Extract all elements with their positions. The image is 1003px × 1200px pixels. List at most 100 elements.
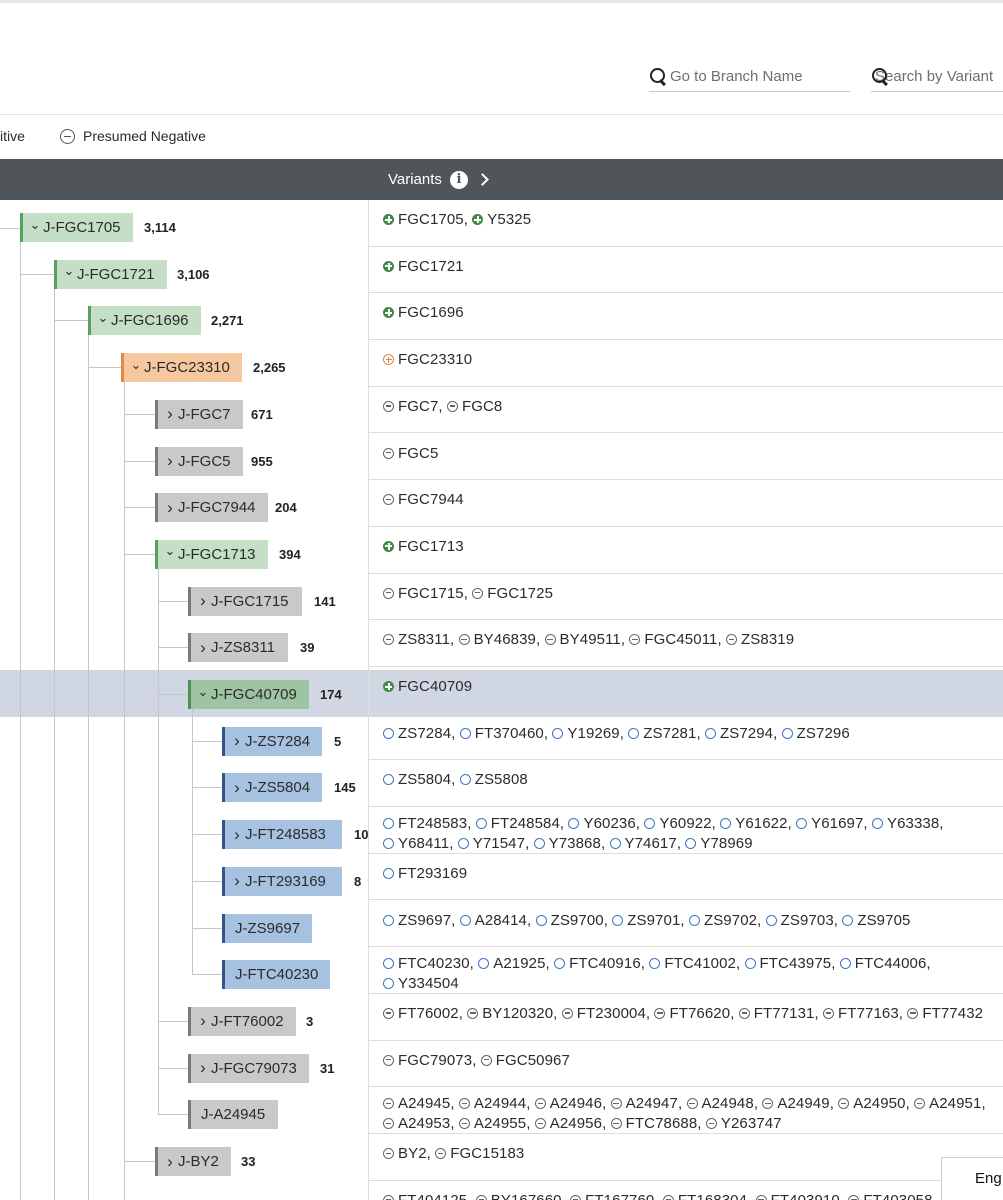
tree-node[interactable]: › J-FT248583	[222, 820, 342, 850]
tree-node[interactable]: ⌄ J-FGC1696	[88, 306, 201, 336]
tree-node[interactable]: J-ZS9697	[222, 913, 313, 943]
chevron-down-icon[interactable]: ⌄	[29, 217, 41, 233]
variant-item[interactable]: FTC40230	[383, 955, 470, 972]
chevron-right-icon[interactable]: ›	[231, 825, 243, 845]
tree-node[interactable]: › J-ZS8311	[188, 633, 288, 663]
tree-node[interactable]: J-A24945	[188, 1100, 278, 1130]
chevron-down-icon[interactable]: ⌄	[164, 543, 176, 559]
variant-item[interactable]: FT403058	[848, 1192, 932, 1200]
variant-item[interactable]: A24951	[914, 1095, 981, 1112]
variant-row[interactable]: FTC40230, A21925, FTC40916, FTC41002, FT…	[369, 947, 1003, 994]
variant-row[interactable]: FGC79073, FGC50967	[369, 1041, 1003, 1088]
variant-item[interactable]: Y61622	[720, 815, 787, 832]
chevron-right-icon[interactable]: ›	[231, 778, 243, 798]
variant-item[interactable]: BY167660	[475, 1192, 562, 1200]
variant-row[interactable]: ZS5804, ZS5808	[369, 760, 1003, 808]
variant-item[interactable]: FGC40709	[383, 678, 472, 695]
variant-item[interactable]: FT248583	[383, 815, 467, 832]
variant-item[interactable]: ZS5808	[459, 771, 528, 788]
tree-node[interactable]: › J-FGC5	[155, 446, 243, 476]
variant-item[interactable]: FGC45011	[629, 631, 717, 648]
variant-item[interactable]: A24946	[534, 1095, 602, 1112]
tree-node[interactable]: › J-FT76002	[188, 1006, 296, 1036]
variant-item[interactable]: FTC44006	[839, 955, 927, 972]
variant-item[interactable]: FT168304	[662, 1192, 747, 1200]
variant-item[interactable]: FGC15183	[435, 1145, 524, 1162]
chevron-right-icon[interactable]: ›	[197, 1011, 209, 1031]
variant-item[interactable]: Y5325	[472, 211, 531, 228]
tree-node[interactable]: › J-FGC7944	[155, 493, 268, 523]
chevron-right-icon[interactable]: ›	[197, 1058, 209, 1078]
tree-node[interactable]: › J-FT293169	[222, 866, 342, 896]
variant-item[interactable]: BY2	[383, 1145, 427, 1162]
variant-item[interactable]: Y73868	[533, 835, 601, 852]
variant-item[interactable]: FTC43975	[744, 955, 832, 972]
variant-item[interactable]: FT403910	[755, 1192, 840, 1200]
variant-item[interactable]: FGC1721	[383, 258, 464, 275]
variant-item[interactable]: FGC1713	[383, 538, 464, 555]
tree-node[interactable]: › J-ZS5804	[222, 773, 323, 803]
variant-item[interactable]: FGC79073	[383, 1052, 472, 1069]
variant-row[interactable]: A24945, A24944, A24946, A24947, A24948, …	[369, 1087, 1003, 1134]
variant-item[interactable]: A28414	[459, 912, 527, 929]
variant-item[interactable]: ZS9700	[535, 912, 604, 929]
chevron-right-icon[interactable]: ›	[197, 638, 209, 658]
tree-node[interactable]: ⌄ J-FGC40709	[188, 680, 309, 709]
chevron-right-icon[interactable]: ›	[164, 451, 176, 471]
variant-item[interactable]: Y60236	[568, 815, 636, 832]
variant-item[interactable]: FGC50967	[480, 1052, 570, 1069]
branch-search-input[interactable]	[670, 68, 850, 85]
variant-item[interactable]: A21925	[478, 955, 545, 972]
variant-item[interactable]: A24948	[686, 1095, 754, 1112]
variant-item[interactable]: FT77131	[738, 1005, 815, 1022]
variant-item[interactable]: FGC1696	[383, 304, 464, 321]
variant-item[interactable]: FTC41002	[649, 955, 736, 972]
chevron-right-icon[interactable]: ›	[231, 731, 243, 751]
variant-row[interactable]: FGC40709	[369, 667, 1003, 714]
variant-item[interactable]: ZS9701	[612, 912, 680, 929]
variant-row[interactable]: BY2, FGC15183	[369, 1134, 1003, 1181]
variant-item[interactable]: FGC7	[383, 398, 438, 415]
tree-node[interactable]: › J-FGC79073	[188, 1053, 309, 1083]
tree-node[interactable]: › J-ZS7284	[222, 726, 323, 756]
tree-node[interactable]: ⌄ J-FGC1705	[20, 213, 133, 242]
variants-column-header[interactable]: Variants i	[388, 159, 489, 200]
variant-row[interactable]: ZS8311, BY46839, BY49511, FGC45011, ZS83…	[369, 620, 1003, 667]
variant-row[interactable]: FT248583, FT248584, Y60236, Y60922, Y616…	[369, 807, 1003, 854]
variant-item[interactable]: A24945	[383, 1095, 450, 1112]
chevron-down-icon[interactable]: ⌄	[197, 684, 209, 700]
variant-row[interactable]: FGC1705, Y5325	[369, 200, 1003, 247]
info-icon[interactable]: i	[449, 170, 468, 189]
variant-item[interactable]: Y19269	[552, 725, 620, 742]
variant-item[interactable]: ZS7281	[628, 725, 696, 742]
chevron-right-icon[interactable]: ›	[164, 1152, 176, 1172]
variant-item[interactable]: A24944	[458, 1095, 526, 1112]
variant-item[interactable]: FT77432	[907, 1005, 983, 1022]
variant-item[interactable]: FTC40916	[554, 955, 641, 972]
variant-item[interactable]: A24949	[762, 1095, 830, 1112]
variant-row[interactable]: FT76002, BY120320, FT230004, FT76620, FT…	[369, 994, 1003, 1041]
tree-node[interactable]: ⌄ J-FGC1713	[155, 539, 268, 569]
variant-item[interactable]: BY120320	[467, 1005, 553, 1022]
variant-item[interactable]: A24956	[534, 1115, 602, 1132]
variant-row[interactable]: ZS7284, FT370460, Y19269, ZS7281, ZS7294…	[369, 714, 1003, 761]
variant-item[interactable]: FT76002	[383, 1005, 459, 1022]
variant-item[interactable]: ZS9705	[842, 912, 910, 929]
variant-search[interactable]	[871, 62, 1003, 92]
variant-row[interactable]: FGC1715, FGC1725	[369, 574, 1003, 621]
variant-item[interactable]: BY46839	[458, 631, 536, 648]
language-button[interactable]: Eng	[941, 1157, 1003, 1200]
variant-item[interactable]: FGC23310	[383, 351, 472, 368]
branch-search[interactable]	[649, 62, 850, 92]
chevron-down-icon[interactable]: ⌄	[97, 310, 109, 326]
variant-item[interactable]: FGC1705	[383, 211, 464, 228]
variant-row[interactable]: FT293169	[369, 854, 1003, 901]
variant-item[interactable]: Y334504	[383, 975, 459, 992]
variant-item[interactable]: ZS7284	[383, 725, 451, 742]
variant-item[interactable]: A24953	[383, 1115, 450, 1132]
variant-row[interactable]: FGC7, FGC8	[369, 387, 1003, 434]
tree-node[interactable]: ⌄ J-FGC1721	[54, 259, 167, 289]
variant-item[interactable]: FT293169	[383, 865, 467, 882]
chevron-right-icon[interactable]: ›	[164, 404, 176, 424]
variant-item[interactable]: A24947	[610, 1095, 678, 1112]
